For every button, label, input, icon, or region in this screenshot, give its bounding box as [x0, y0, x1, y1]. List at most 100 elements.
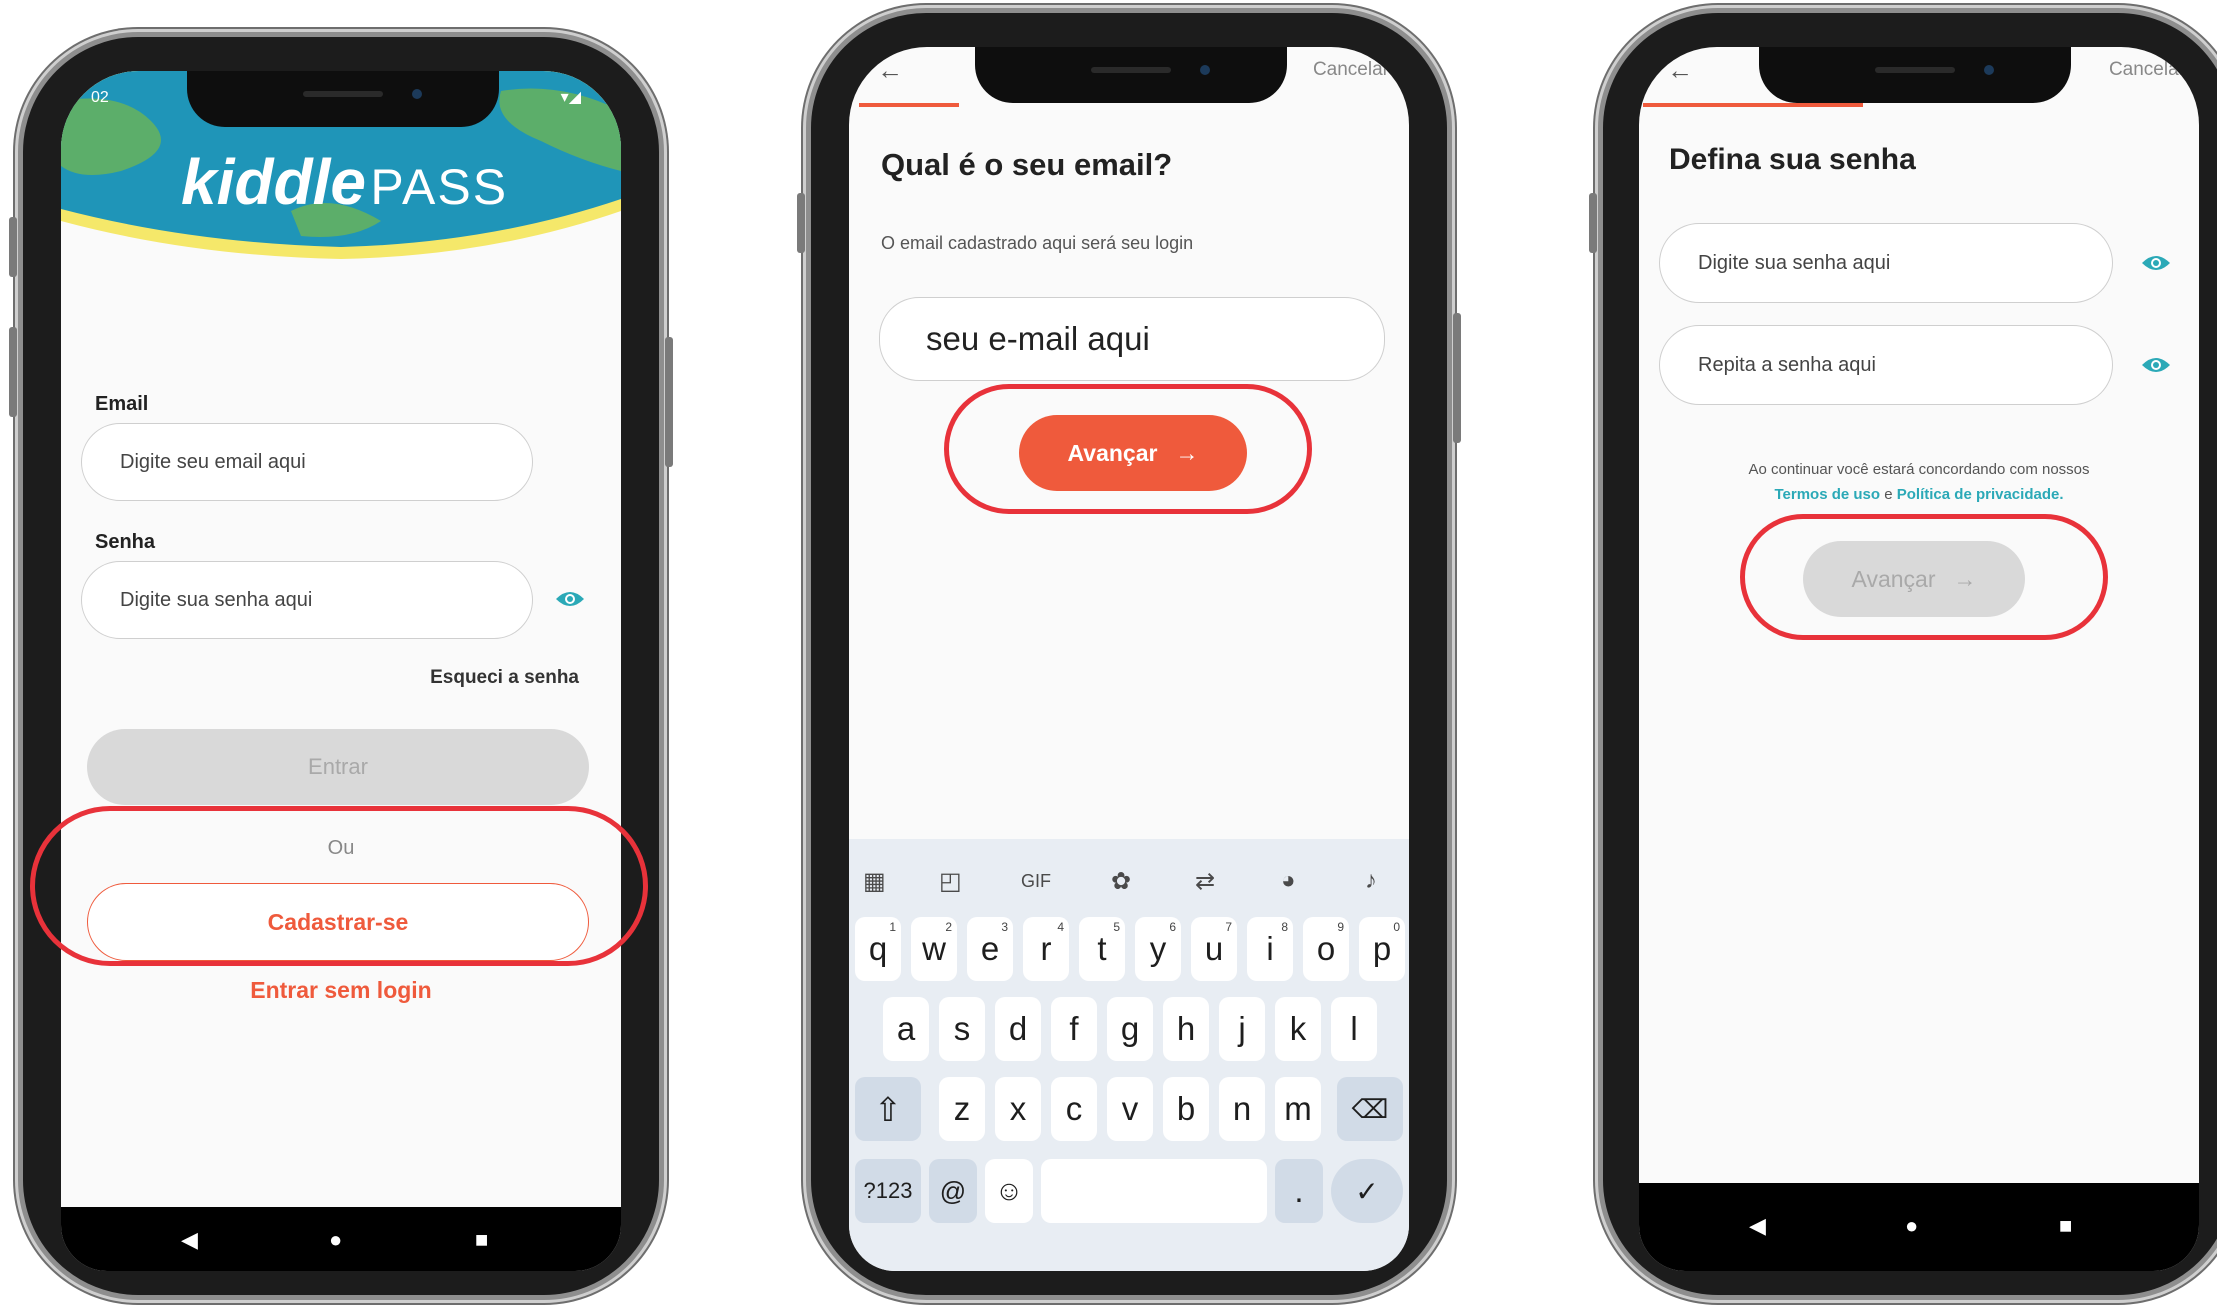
key-n[interactable]: n: [1219, 1077, 1265, 1141]
palette-icon[interactable]: ◕: [1281, 867, 1296, 895]
logo-text: kiddle: [181, 146, 366, 218]
key-e[interactable]: e3: [967, 917, 1013, 981]
key-t[interactable]: t5: [1079, 917, 1125, 981]
password-field[interactable]: Digite sua senha aqui: [81, 561, 533, 639]
key-k[interactable]: k: [1275, 997, 1321, 1061]
highlight-ring-signup: [30, 806, 648, 966]
phone-frame-login: 02 ▾◢ kiddle PASS Email Digite seu email…: [9, 32, 673, 1300]
privacy-policy-link[interactable]: Política de privacidade.: [1897, 486, 2064, 503]
key-q[interactable]: q1: [855, 917, 901, 981]
logo-accent-text: PASS: [370, 159, 509, 215]
password-label: Senha: [95, 531, 156, 553]
key-w[interactable]: w2: [911, 917, 957, 981]
onscreen-keyboard: ▦ ◰ GIF ✿ ⇄ ◕ ♪ q1w2e3r4t5y6u7i8o9p0 asdf…: [849, 839, 1409, 1271]
login-button[interactable]: Entrar: [87, 729, 589, 805]
repeat-password-field[interactable]: Repita a senha aqui: [1659, 325, 2113, 405]
phone-frame-password: ← Cancelar Defina sua senha Digite sua s…: [1589, 8, 2217, 1300]
key-s[interactable]: s: [939, 997, 985, 1061]
android-nav-bar: ◀ ● ■: [61, 1207, 621, 1271]
check-icon[interactable]: ✓: [1331, 1159, 1403, 1223]
gear-icon[interactable]: ✿: [1111, 867, 1131, 896]
email-input[interactable]: seu e-mail aqui: [879, 297, 1385, 381]
highlight-ring-next: [944, 384, 1312, 514]
period-key[interactable]: .: [1275, 1159, 1323, 1223]
status-icons: ▾◢: [560, 89, 581, 106]
key-f[interactable]: f: [1051, 997, 1097, 1061]
side-button: [665, 337, 673, 467]
key-i[interactable]: i8: [1247, 917, 1293, 981]
eye-icon[interactable]: [555, 589, 585, 609]
key-r[interactable]: r4: [1023, 917, 1069, 981]
forgot-password-link[interactable]: Esqueci a senha: [430, 667, 579, 689]
side-button: [1453, 313, 1461, 443]
nav-back-icon[interactable]: ◀: [181, 1229, 198, 1251]
eye-icon[interactable]: [2141, 355, 2171, 375]
nav-home-icon[interactable]: ●: [329, 1229, 342, 1251]
nav-recents-icon[interactable]: ■: [475, 1229, 488, 1251]
key-v[interactable]: v: [1107, 1077, 1153, 1141]
progress-bar: [859, 103, 959, 107]
key-d[interactable]: d: [995, 997, 1041, 1061]
backspace-icon[interactable]: ⌫: [1337, 1077, 1403, 1141]
phone-notch: [975, 47, 1287, 103]
sticker-icon[interactable]: ◰: [939, 867, 962, 896]
terms-links-line: Termos de uso e Política de privacidade.: [1639, 482, 2199, 507]
at-key[interactable]: @: [929, 1159, 977, 1223]
terms-prefix: Ao continuar você estará concordando com…: [1748, 461, 2090, 478]
space-key[interactable]: [1041, 1159, 1267, 1223]
key-c[interactable]: c: [1051, 1077, 1097, 1141]
phone-frame-email: ← Cancelar Qual é o seu email? O email c…: [797, 8, 1461, 1300]
phone-notch: [1759, 47, 2071, 103]
eye-icon[interactable]: [2141, 253, 2171, 273]
highlight-ring-next-disabled: [1740, 514, 2108, 640]
symbols-key[interactable]: ?123: [855, 1159, 921, 1223]
key-j[interactable]: j: [1219, 997, 1265, 1061]
android-nav-bar: ◀ ● ■: [1639, 1183, 2199, 1271]
password-field[interactable]: Digite sua senha aqui: [1659, 223, 2113, 303]
terms-and-text: e: [1884, 486, 1893, 503]
guest-login-link[interactable]: Entrar sem login: [61, 977, 621, 1004]
key-o[interactable]: o9: [1303, 917, 1349, 981]
key-u[interactable]: u7: [1191, 917, 1237, 981]
mic-icon[interactable]: ♪: [1365, 867, 1377, 895]
page-subtitle: O email cadastrado aqui será seu login: [881, 233, 1194, 253]
key-p[interactable]: p0: [1359, 917, 1405, 981]
page-title: Defina sua senha: [1669, 143, 1916, 176]
side-button: [9, 217, 17, 277]
terms-text: Ao continuar você estará concordando com…: [1639, 457, 2199, 507]
nav-home-icon[interactable]: ●: [1905, 1215, 1918, 1237]
email-field[interactable]: Digite seu email aqui: [81, 423, 533, 501]
gif-button[interactable]: GIF: [1021, 871, 1051, 892]
phone-notch: [187, 71, 499, 127]
back-arrow-icon[interactable]: ←: [1667, 55, 1693, 86]
cancel-link[interactable]: Cancelar: [2109, 59, 2185, 81]
translate-icon[interactable]: ⇄: [1195, 867, 1215, 896]
key-y[interactable]: y6: [1135, 917, 1181, 981]
login-screen: 02 ▾◢ kiddle PASS Email Digite seu email…: [61, 71, 621, 1271]
cancel-link[interactable]: Cancelar: [1313, 59, 1389, 81]
nav-back-icon[interactable]: ◀: [1749, 1215, 1766, 1237]
key-h[interactable]: h: [1163, 997, 1209, 1061]
key-l[interactable]: l: [1331, 997, 1377, 1061]
nav-recents-icon[interactable]: ■: [2059, 1215, 2072, 1237]
email-screen: ← Cancelar Qual é o seu email? O email c…: [849, 47, 1409, 1271]
apps-grid-icon[interactable]: ▦: [863, 867, 886, 896]
side-button: [1589, 193, 1597, 253]
emoji-icon[interactable]: ☺: [985, 1159, 1033, 1223]
app-logo: kiddle PASS: [181, 145, 508, 219]
email-label: Email: [95, 393, 149, 415]
progress-bar: [1643, 103, 1863, 107]
key-x[interactable]: x: [995, 1077, 1041, 1141]
key-g[interactable]: g: [1107, 997, 1153, 1061]
terms-of-use-link[interactable]: Termos de uso: [1774, 486, 1880, 503]
key-b[interactable]: b: [1163, 1077, 1209, 1141]
status-time: 02: [91, 89, 109, 106]
key-m[interactable]: m: [1275, 1077, 1321, 1141]
shift-icon[interactable]: ⇧: [855, 1077, 921, 1141]
key-z[interactable]: z: [939, 1077, 985, 1141]
back-arrow-icon[interactable]: ←: [877, 55, 903, 86]
side-button: [797, 193, 805, 253]
key-a[interactable]: a: [883, 997, 929, 1061]
side-button: [9, 327, 17, 417]
page-title: Qual é o seu email?: [881, 147, 1173, 182]
